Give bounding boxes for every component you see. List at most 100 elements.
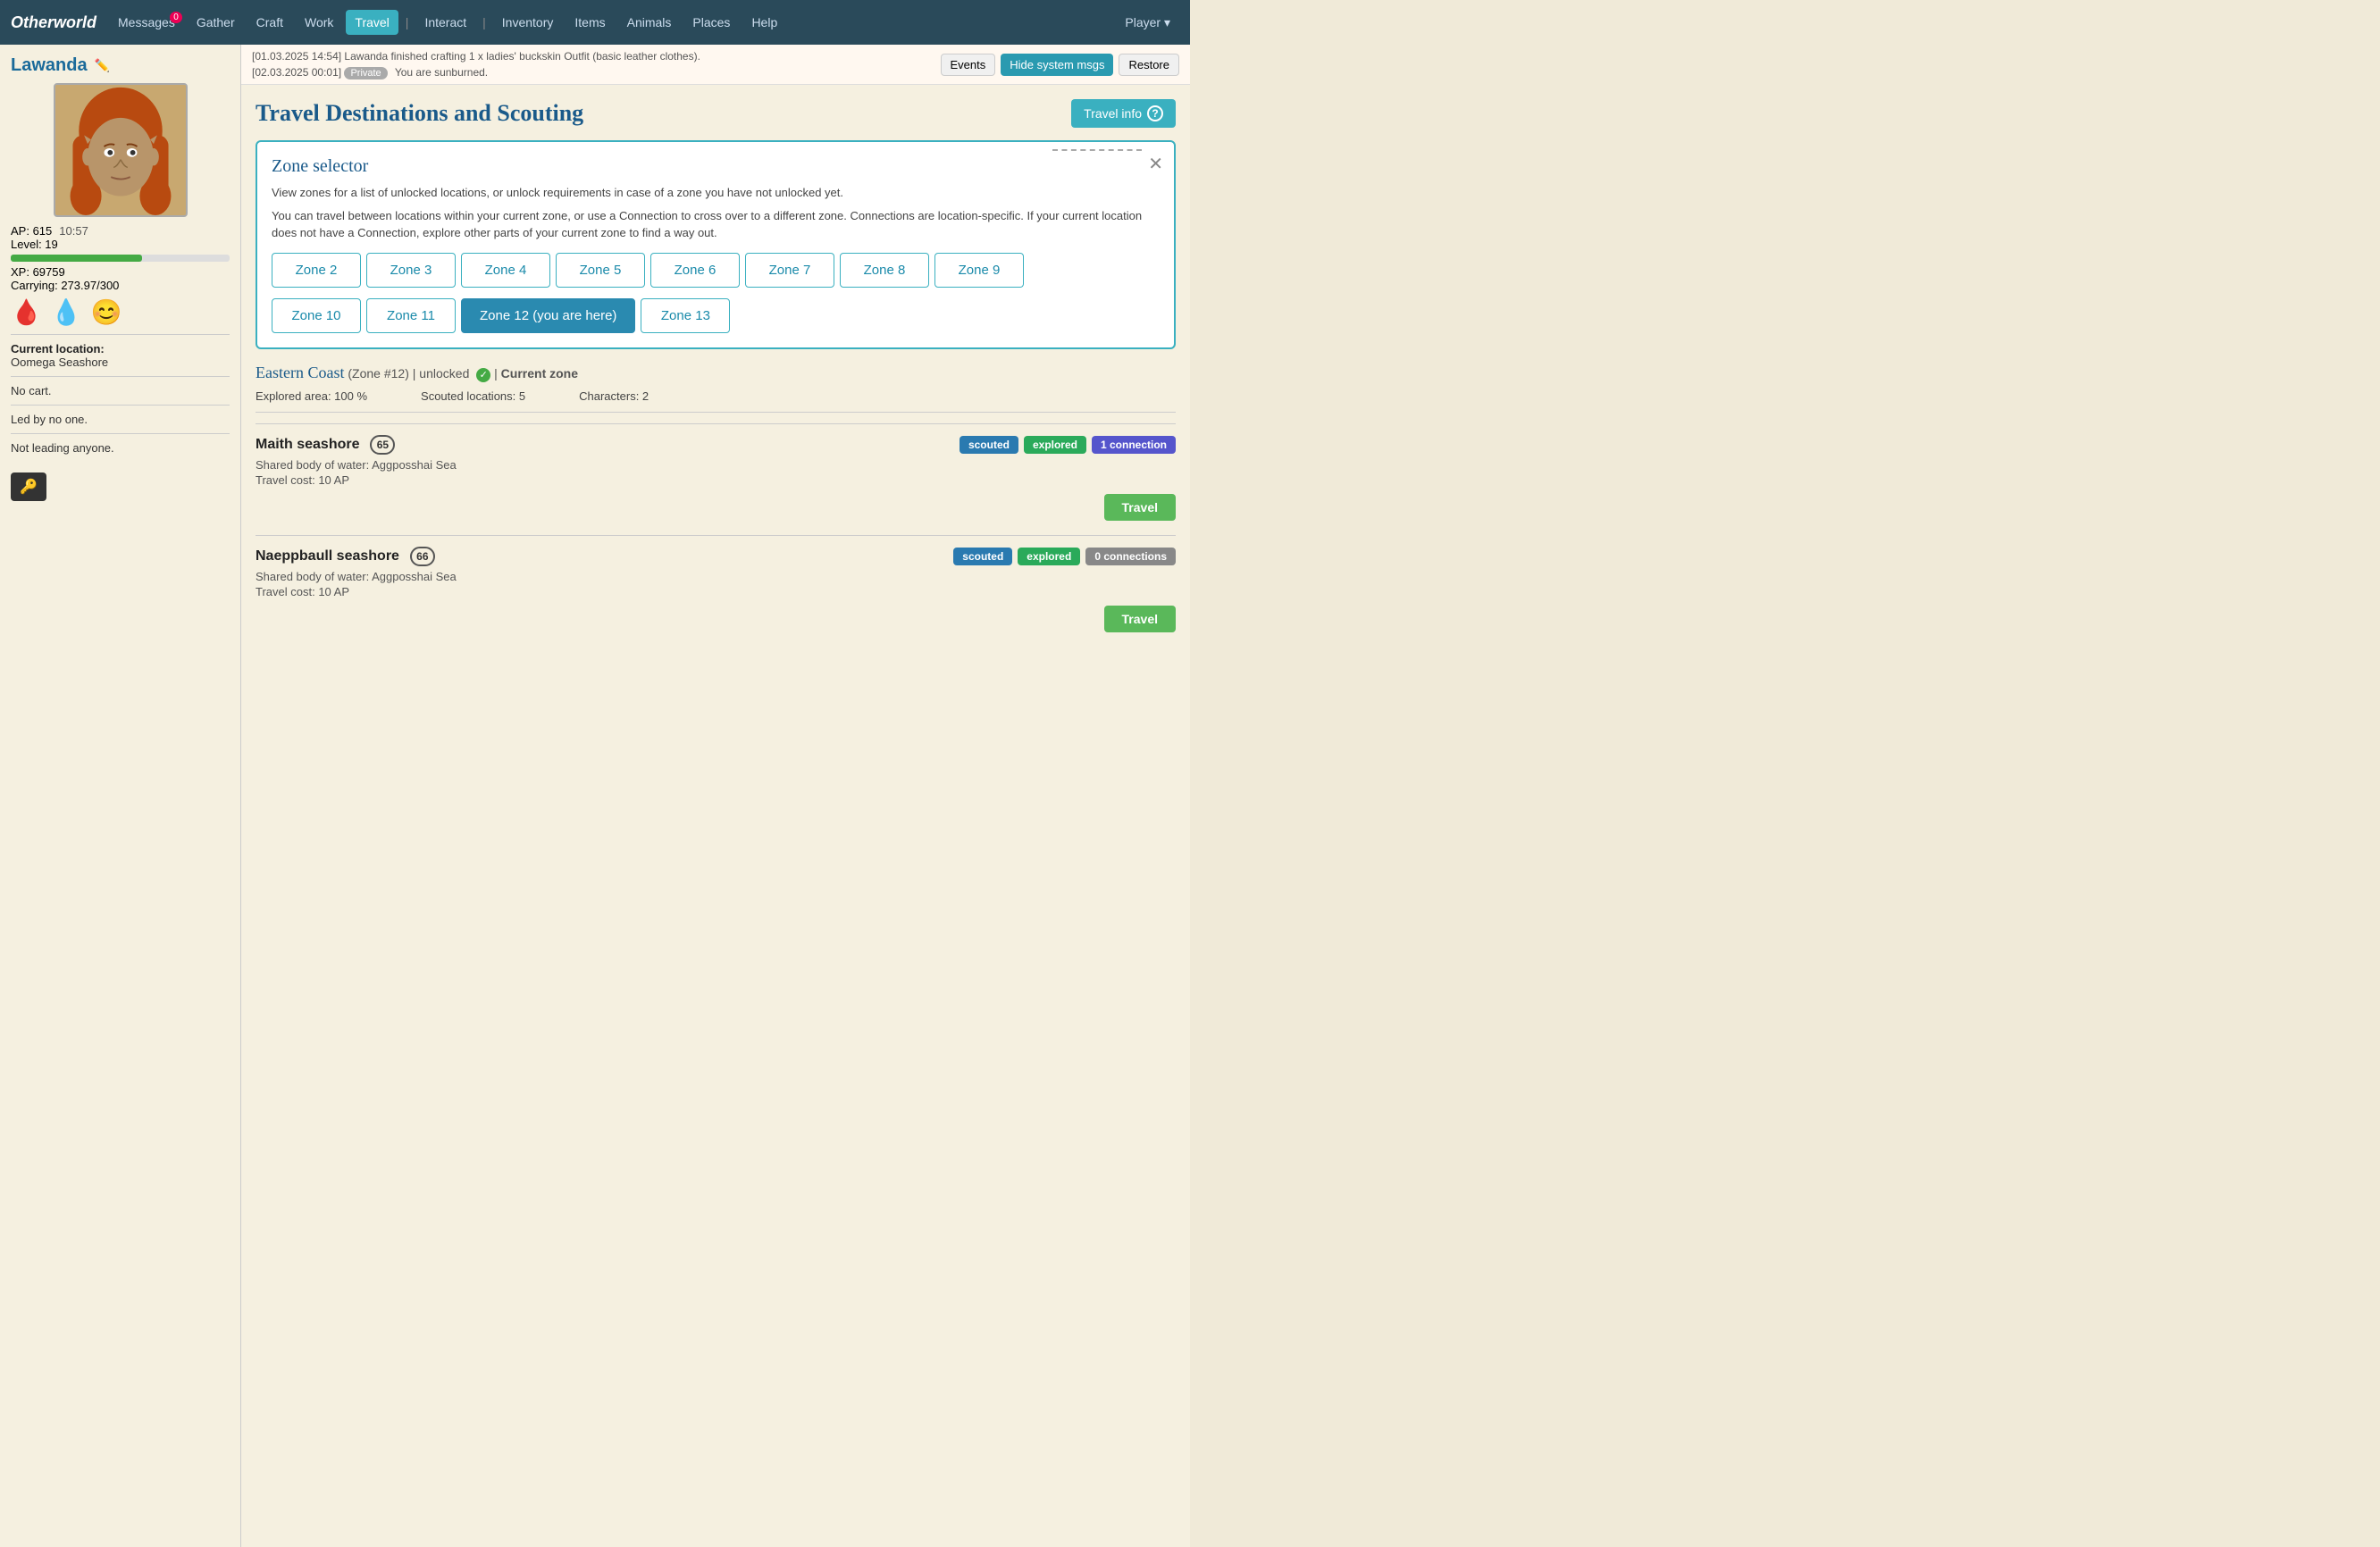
travel-button-maith[interactable]: Travel [1104, 494, 1176, 521]
location-header-naeppbaull: Naeppbaull seashore 66 scouted explored … [256, 547, 1176, 566]
xp-bar-wrap [11, 255, 230, 262]
zone-2-button[interactable]: Zone 2 [272, 253, 361, 288]
messages-badge: 0 [170, 12, 182, 23]
dashed-deco [1052, 149, 1142, 176]
divider-3 [11, 405, 230, 406]
scouted-badge-naeppbaull: scouted [953, 548, 1012, 565]
zone-5-button[interactable]: Zone 5 [556, 253, 645, 288]
nav-help[interactable]: Help [742, 10, 786, 35]
travel-info-label: Travel info [1084, 106, 1142, 121]
zone-num: (Zone #12) [348, 366, 409, 380]
stat-icons: 🩸 💧 😊 [11, 297, 230, 327]
zone-11-button[interactable]: Zone 11 [366, 298, 456, 333]
zone-selector-title: Zone selector [272, 156, 1160, 177]
water-icon: 💧 [51, 297, 82, 327]
nav-animals[interactable]: Animals [618, 10, 681, 35]
zone-desc-1: View zones for a list of unlocked locati… [272, 184, 1160, 202]
zone-9-button[interactable]: Zone 9 [934, 253, 1024, 288]
zone-current: | Current zone [494, 366, 578, 380]
private-timestamp: [02.03.2025 00:01] [252, 66, 341, 79]
nav-places[interactable]: Places [683, 10, 739, 35]
events-button[interactable]: Events [941, 54, 996, 76]
travel-cost-maith: Travel cost: 10 AP [256, 473, 1176, 487]
travel-info-button[interactable]: Travel info ? [1071, 99, 1176, 128]
time-value: 10:57 [59, 224, 88, 238]
zone-info: Eastern Coast (Zone #12) | unlocked ✓ | … [256, 364, 1176, 382]
xp-bar [11, 255, 142, 262]
zone-4-button[interactable]: Zone 4 [461, 253, 550, 288]
shared-water-maith: Shared body of water: Aggposshai Sea [256, 458, 1176, 472]
lock-button[interactable]: 🔑 [11, 472, 46, 501]
travel-header: Travel Destinations and Scouting Travel … [256, 99, 1176, 128]
sidebar-stats: AP: 615 10:57 Level: 19 XP: 69759 Carryi… [11, 224, 230, 327]
xp-value: XP: 69759 [11, 265, 230, 279]
location-header-maith: Maith seashore 65 scouted explored 1 con… [256, 435, 1176, 455]
location-label: Current location: [11, 342, 105, 355]
main-content: [01.03.2025 14:54] Lawanda finished craf… [241, 45, 1190, 1547]
nav-craft[interactable]: Craft [247, 10, 292, 35]
zone-grid-row2: Zone 10 Zone 11 Zone 12 (you are here) Z… [272, 298, 1160, 333]
avatar-area [11, 83, 230, 217]
carrying-value: Carrying: 273.97/300 [11, 279, 230, 292]
nav-messages[interactable]: Messages 0 [109, 10, 184, 35]
shared-water-naeppbaull: Shared body of water: Aggposshai Sea [256, 570, 1176, 583]
zone-10-button[interactable]: Zone 10 [272, 298, 361, 333]
help-icon: ? [1147, 105, 1163, 121]
zone-3-button[interactable]: Zone 3 [366, 253, 456, 288]
zone-7-button[interactable]: Zone 7 [745, 253, 834, 288]
location-name-area-maith: Maith seashore 65 [256, 435, 395, 455]
system-message: [01.03.2025 14:54] Lawanda finished craf… [252, 50, 941, 63]
mood-icon: 😊 [91, 297, 122, 327]
zone-name: Eastern Coast [256, 364, 344, 381]
explored-badge-naeppbaull: explored [1018, 548, 1080, 565]
location-num-maith: 65 [370, 435, 395, 455]
divider-2 [11, 376, 230, 377]
brand-logo: Otherworld [11, 13, 96, 32]
zone-8-button[interactable]: Zone 8 [840, 253, 929, 288]
travel-row-maith: Travel [256, 494, 1176, 528]
nav-gather[interactable]: Gather [188, 10, 244, 35]
nav-travel[interactable]: Travel [346, 10, 398, 35]
location-name-naeppbaull: Naeppbaull seashore [256, 548, 399, 564]
content-area: Travel Destinations and Scouting Travel … [241, 85, 1190, 661]
connection-badge-maith: 1 connection [1092, 436, 1176, 454]
nav-items[interactable]: Items [566, 10, 614, 35]
navbar: Otherworld Messages 0 Gather Craft Work … [0, 0, 1190, 45]
location-card-maith: Maith seashore 65 scouted explored 1 con… [256, 423, 1176, 531]
player-name: Lawanda [11, 55, 88, 76]
travel-cost-naeppbaull: Travel cost: 10 AP [256, 585, 1176, 598]
private-text: You are sunburned. [395, 66, 488, 79]
player-name-area: Lawanda ✏️ [11, 55, 230, 76]
characters-count: Characters: 2 [579, 389, 649, 403]
explored-area: Explored area: 100 % [256, 389, 367, 403]
location-badges-naeppbaull: scouted explored 0 connections [953, 548, 1176, 565]
zone-13-button[interactable]: Zone 13 [641, 298, 730, 333]
ap-value: AP: 615 [11, 224, 52, 238]
hide-system-msgs-button[interactable]: Hide system msgs [1001, 54, 1113, 76]
location-section: Current location: Oomega Seashore [11, 342, 230, 369]
nav-work[interactable]: Work [296, 10, 342, 35]
edit-name-icon[interactable]: ✏️ [95, 58, 110, 73]
private-message-row: [02.03.2025 00:01] Private You are sunbu… [252, 66, 941, 79]
topbar-buttons: Events Hide system msgs Restore [941, 54, 1179, 76]
divider-1 [11, 334, 230, 335]
zone-desc-2: You can travel between locations within … [272, 207, 1160, 242]
zone-12-button[interactable]: Zone 12 (you are here) [461, 298, 635, 333]
zone-6-button[interactable]: Zone 6 [650, 253, 740, 288]
avatar [54, 83, 188, 217]
zone-stats: Explored area: 100 % Scouted locations: … [256, 389, 1176, 413]
nav-interact[interactable]: Interact [415, 10, 475, 35]
nav-inventory[interactable]: Inventory [493, 10, 563, 35]
leading-section: Not leading anyone. [11, 441, 230, 455]
restore-button[interactable]: Restore [1119, 54, 1179, 76]
travel-button-naeppbaull[interactable]: Travel [1104, 606, 1176, 632]
nav-separator: | [402, 15, 413, 29]
nav-player[interactable]: Player ▾ [1116, 10, 1179, 36]
cart-section: No cart. [11, 384, 230, 397]
led-by-section: Led by no one. [11, 413, 230, 426]
scouted-locations: Scouted locations: 5 [421, 389, 525, 403]
zone-close-button[interactable]: ✕ [1148, 153, 1163, 175]
connection-badge-naeppbaull: 0 connections [1085, 548, 1176, 565]
location-name-maith: Maith seashore [256, 437, 359, 452]
level-value: Level: 19 [11, 238, 230, 251]
